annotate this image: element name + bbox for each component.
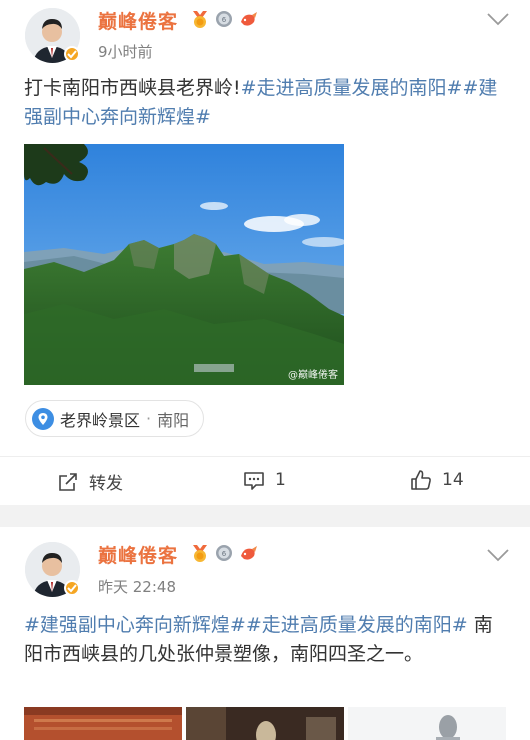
post-time: 昨天 22:48 [98, 578, 176, 596]
verified-icon [64, 580, 80, 596]
user-badges: 6 [190, 543, 258, 563]
post-time: 9小时前 [98, 43, 153, 61]
location-city: 南阳 [157, 410, 190, 430]
repost-button[interactable]: 转发 [57, 469, 123, 494]
post-photo[interactable] [186, 707, 344, 740]
silver-medal-badge-icon: 6 [216, 545, 232, 561]
comment-button[interactable]: 1 [243, 469, 286, 491]
hashtag-link[interactable]: #建强副中心奔向新辉煌# [24, 614, 246, 636]
medal-badge-icon [193, 545, 207, 562]
location-separator: · [146, 409, 152, 428]
user-badges: 6 [190, 9, 258, 29]
post-photo[interactable]: @巅峰倦客 [24, 144, 344, 385]
svg-text:6: 6 [222, 550, 227, 558]
location-name: 老界岭景区 [60, 410, 141, 430]
verified-icon [64, 46, 80, 62]
repost-label: 转发 [89, 474, 123, 494]
username[interactable]: 巅峰倦客 [98, 7, 178, 34]
photo-grid [24, 707, 506, 740]
location-tag[interactable]: 老界岭景区 · 南阳 [25, 400, 205, 437]
feed-post[interactable]: 巅峰倦客 6 9小时前 打卡南阳市西峡县老界岭!#走进高质量发展的南阳##建强副… [0, 0, 530, 505]
chevron-down-icon[interactable] [486, 12, 510, 26]
location-pin-icon [32, 407, 54, 430]
post-text: 打卡南阳市西峡县老界岭! [24, 77, 241, 99]
koi-fish-badge-icon [241, 546, 257, 560]
post-photo[interactable] [24, 707, 182, 740]
svg-text:6: 6 [222, 16, 227, 24]
like-button[interactable]: 14 [410, 469, 464, 491]
post-content: 打卡南阳市西峡县老界岭!#走进高质量发展的南阳##建强副中心奔向新辉煌# [24, 74, 504, 132]
repost-icon [59, 472, 77, 491]
thumbs-up-icon [411, 470, 431, 490]
silver-medal-badge-icon: 6 [216, 11, 232, 27]
post-photo[interactable] [348, 707, 506, 740]
feed-post[interactable]: 巅峰倦客 6 昨天 22:48 #建强副中心奔向新辉煌##走进高质量发展的南阳#… [0, 527, 530, 740]
medal-badge-icon [193, 11, 207, 28]
chevron-down-icon[interactable] [486, 548, 510, 562]
post-content: #建强副中心奔向新辉煌##走进高质量发展的南阳# 南阳市西峡县的几处张仲景塑像，… [24, 611, 504, 669]
action-bar: 转发 1 14 [0, 456, 530, 506]
like-count: 14 [442, 470, 464, 490]
post-separator [0, 505, 530, 527]
koi-fish-badge-icon [241, 12, 257, 26]
username[interactable]: 巅峰倦客 [98, 541, 178, 568]
comment-count: 1 [275, 470, 286, 490]
photo-watermark: @巅峰倦客 [288, 370, 338, 381]
hashtag-link[interactable]: #走进高质量发展的南阳# [246, 614, 468, 636]
comment-icon [244, 472, 264, 490]
hashtag-link[interactable]: #走进高质量发展的南阳# [241, 77, 463, 99]
